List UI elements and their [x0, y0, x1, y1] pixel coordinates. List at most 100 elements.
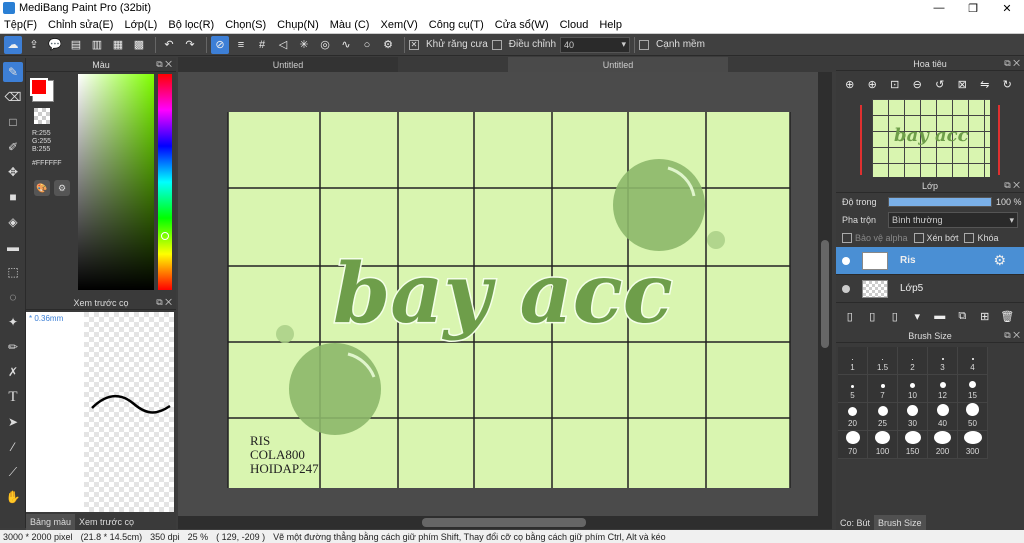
menu-tools[interactable]: Công cụ(T)	[429, 19, 484, 31]
menu-layer[interactable]: Lớp(L)	[124, 19, 157, 31]
blend-dropdown[interactable]: Bình thường ▾	[888, 212, 1018, 228]
menu-window[interactable]: Cửa sổ(W)	[495, 19, 549, 31]
zoom-in-icon[interactable]: ⊕	[842, 75, 858, 93]
gradient-tool-icon[interactable]: ▬	[3, 237, 23, 257]
transparent-color-swatch[interactable]	[34, 108, 50, 124]
menu-edit[interactable]: Chỉnh sửa(E)	[48, 19, 113, 31]
clipping-checkbox[interactable]	[913, 233, 924, 243]
brush-size-cell[interactable]: 40	[928, 403, 958, 431]
flip-icon[interactable]: ⇋	[977, 75, 993, 93]
brush-size-cell[interactable]: 100	[868, 431, 898, 459]
eye-icon[interactable]	[842, 284, 850, 293]
bucket-tool-icon[interactable]: ◈	[3, 212, 23, 232]
brush-size-cell[interactable]: 5	[838, 375, 868, 403]
duplicate-layer-icon[interactable]: ⧉	[955, 307, 971, 325]
brush-size-cell[interactable]: 10	[898, 375, 928, 403]
rect-select-tool-icon[interactable]: ⬚	[3, 262, 23, 282]
brush-size-cell[interactable]: 25	[868, 403, 898, 431]
close-icon[interactable]: ⧉ ✕	[1004, 180, 1020, 191]
brush-size-cell[interactable]: 3	[928, 347, 958, 375]
eyedropper-tool-icon[interactable]: ⟋	[3, 462, 23, 482]
brush-size-cell[interactable]: 1.5	[868, 347, 898, 375]
brush-size-cell[interactable]: 1	[838, 347, 868, 375]
brush-size-cell[interactable]: 300	[958, 431, 988, 459]
brush-size-cell[interactable]: 20	[838, 403, 868, 431]
tab-palette[interactable]: Bảng màu	[26, 514, 76, 530]
soft-edge-checkbox[interactable]	[639, 39, 650, 50]
undo-icon[interactable]: ↶	[160, 36, 178, 54]
brush-size-cell[interactable]: 7	[868, 375, 898, 403]
lock-checkbox[interactable]	[964, 233, 975, 243]
brush-size-cell[interactable]: 12	[928, 375, 958, 403]
gear-icon[interactable]: ⚙	[993, 252, 1006, 269]
canvas-area[interactable]: bay acc RIS COLA800 HOIDAP247	[178, 72, 832, 516]
menu-cloud[interactable]: Cloud	[560, 19, 589, 31]
brush-size-cell[interactable]: 15	[958, 375, 988, 403]
brush-size-cell[interactable]: 50	[958, 403, 988, 431]
menu-select[interactable]: Chọn(S)	[225, 19, 266, 31]
primary-color-swatch[interactable]	[30, 78, 48, 96]
select-eraser-icon[interactable]: ✗	[3, 362, 23, 382]
redo-icon[interactable]: ↷	[181, 36, 199, 54]
brush-size-cell[interactable]: 30	[898, 403, 928, 431]
maximize-button[interactable]: ❐	[956, 0, 990, 16]
eye-icon[interactable]	[842, 256, 850, 265]
reset-icon[interactable]: ⊠	[955, 75, 971, 93]
layer-item-lop5[interactable]: Lớp5	[836, 275, 1024, 303]
close-button[interactable]: ✕	[990, 0, 1024, 16]
brush-size-cell[interactable]: 4	[958, 347, 988, 375]
new-layer-icon[interactable]: ▯	[842, 307, 858, 325]
rotate-left-icon[interactable]: ↺	[932, 75, 948, 93]
opacity-slider[interactable]	[888, 197, 992, 207]
cloud-icon[interactable]: ☁	[4, 35, 22, 54]
doc-tab-2[interactable]: Untitled	[508, 57, 728, 72]
menu-snap[interactable]: Chụp(N)	[277, 19, 319, 31]
palette-settings-icon[interactable]: ⚙	[54, 180, 70, 196]
eraser-tool-icon[interactable]: ⌫	[3, 87, 23, 107]
vanish-snap-icon[interactable]: ◁	[274, 36, 292, 54]
tab-brush-size[interactable]: Brush Size	[874, 515, 926, 530]
page-icon[interactable]: ▥	[88, 36, 106, 54]
hue-handle[interactable]	[161, 232, 169, 240]
dot-tool-icon[interactable]: □	[3, 112, 23, 132]
close-icon[interactable]: ⧉ ✕	[156, 297, 172, 308]
curve-snap-icon[interactable]: ∿	[337, 36, 355, 54]
navigator-preview[interactable]: bay acc	[836, 97, 1024, 177]
saturation-value-picker[interactable]	[78, 74, 154, 290]
layer-item-ris[interactable]: Ris ⚙	[836, 247, 1024, 275]
comment-icon[interactable]: 💬	[46, 36, 64, 54]
message-icon[interactable]: ▤	[67, 36, 85, 54]
doc-tab-1[interactable]: Untitled	[178, 57, 398, 72]
delete-layer-icon[interactable]: 🗑	[1000, 307, 1016, 325]
menu-file[interactable]: Tệp(F)	[4, 19, 37, 31]
merge-layer-icon[interactable]: ⊞	[977, 307, 993, 325]
hue-slider[interactable]	[158, 74, 172, 290]
select-pen-icon[interactable]: ✏	[3, 337, 23, 357]
vertical-scroll-thumb[interactable]	[821, 240, 829, 348]
folder-icon[interactable]: ▬	[932, 307, 948, 325]
move-tool-icon[interactable]: ✥	[3, 162, 23, 182]
panel-icon[interactable]: ▦	[109, 36, 127, 54]
add-layer-menu-icon[interactable]: ▾	[910, 307, 926, 325]
lasso-tool-icon[interactable]: ◌	[3, 287, 23, 307]
tab-brush-preview[interactable]: Xem trước cọ	[75, 514, 138, 530]
radial-snap-icon[interactable]: ✳	[295, 36, 313, 54]
horizontal-scroll-thumb[interactable]	[422, 518, 586, 527]
brush-tool-icon[interactable]: ✎	[3, 62, 23, 82]
hand-tool-icon[interactable]: ✋	[3, 487, 23, 507]
zoom-out-icon[interactable]: ⊖	[910, 75, 926, 93]
horizontal-scrollbar[interactable]	[178, 516, 832, 529]
menu-view[interactable]: Xem(V)	[380, 19, 417, 31]
close-icon[interactable]: ⧉ ✕	[156, 59, 172, 70]
ellipse-snap-icon[interactable]: ○	[358, 36, 376, 54]
close-icon[interactable]: ⧉ ✕	[1004, 58, 1020, 69]
palette-icon[interactable]: 🎨	[34, 180, 50, 196]
close-icon[interactable]: ⧉ ✕	[1004, 330, 1020, 341]
menu-help[interactable]: Help	[599, 19, 622, 31]
minimize-button[interactable]: —	[922, 0, 956, 16]
fit-icon[interactable]: ⊡	[887, 75, 903, 93]
menu-filter[interactable]: Bộ lọc(R)	[168, 19, 214, 31]
tab-brush[interactable]: Co: Bút	[836, 515, 874, 530]
brush-size-cell[interactable]: 70	[838, 431, 868, 459]
artwork-canvas[interactable]: bay acc RIS COLA800 HOIDAP247	[178, 72, 818, 516]
